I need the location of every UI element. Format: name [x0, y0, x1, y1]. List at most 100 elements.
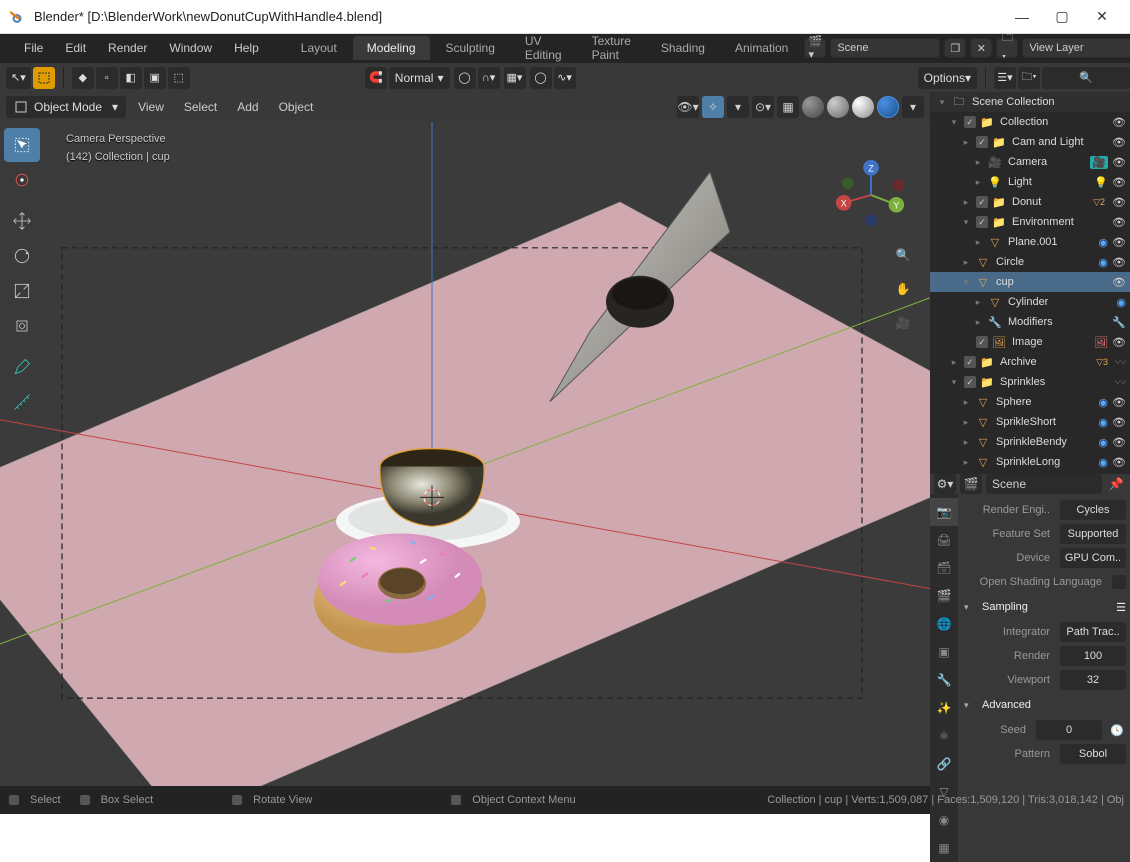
- outliner-item[interactable]: ▸🎥Camera🎥👁: [930, 152, 1130, 172]
- visibility-eye-icon[interactable]: 👁: [1112, 396, 1126, 409]
- minimize-button[interactable]: —: [1002, 1, 1042, 33]
- pan-icon[interactable]: ✋: [890, 276, 916, 302]
- expand-arrow-icon[interactable]: ▸: [960, 257, 972, 268]
- close-button[interactable]: ✕: [1082, 1, 1122, 33]
- tool-scale[interactable]: [4, 274, 40, 308]
- magnet-icon[interactable]: 🧲: [365, 67, 387, 89]
- visibility-eye-icon[interactable]: 👁: [1112, 196, 1126, 209]
- material-badge[interactable]: ◉: [1098, 396, 1108, 409]
- outliner-item[interactable]: ▸▽SprinkleBendy◉👁: [930, 432, 1130, 452]
- prop-tab-particle[interactable]: ✨: [930, 694, 958, 722]
- light-badge[interactable]: 💡: [1094, 176, 1108, 189]
- workspace-tab-layout[interactable]: Layout: [287, 36, 351, 60]
- shading-menu-icon[interactable]: ▾: [902, 96, 924, 118]
- prop-tab-render[interactable]: 📷: [930, 498, 958, 526]
- outliner-editor-icon[interactable]: ☰▾: [994, 67, 1016, 89]
- visibility-icon[interactable]: 👁▾: [677, 96, 699, 118]
- prop-tab-output[interactable]: 🖨: [930, 526, 958, 554]
- proportional-falloff-icon[interactable]: ∩▾: [478, 67, 500, 89]
- circle-icon[interactable]: ◯: [530, 67, 552, 89]
- checkbox[interactable]: ✓: [976, 136, 988, 148]
- camera-view-icon[interactable]: 🎥: [890, 310, 916, 336]
- pattern-select[interactable]: Sobol: [1060, 744, 1126, 764]
- visibility-eye-icon[interactable]: 👁: [1112, 276, 1126, 289]
- outliner[interactable]: ▾ 🗀 Scene Collection ▾✓📁Collection👁▸✓📁Ca…: [930, 92, 1130, 474]
- image-badge[interactable]: 🖼: [1094, 336, 1108, 349]
- gizmo-menu-icon[interactable]: ▾: [727, 96, 749, 118]
- prop-tab-scene[interactable]: 🎬: [930, 582, 958, 610]
- expand-arrow-icon[interactable]: ▸: [960, 417, 972, 428]
- outliner-item[interactable]: ▸✓📁Donut▽2👁: [930, 192, 1130, 212]
- checkbox[interactable]: ✓: [964, 356, 976, 368]
- gizmo-toggle-icon[interactable]: ✧: [702, 96, 724, 118]
- snap-element-group[interactable]: ◆ ▫ ◧ ▣ ⬚: [72, 67, 190, 89]
- expand-arrow-icon[interactable]: ▸: [972, 177, 984, 188]
- browse-layer-icon[interactable]: 🗀▾: [996, 38, 1018, 58]
- visibility-eye-icon[interactable]: 👁: [1112, 336, 1126, 349]
- expand-arrow-icon[interactable]: ▸: [972, 237, 984, 248]
- vertex-icon[interactable]: ◆: [72, 67, 94, 89]
- material-badge[interactable]: ◉: [1098, 236, 1108, 249]
- prop-tab-texture[interactable]: ▦: [930, 834, 958, 862]
- prop-tab-material[interactable]: ◉: [930, 806, 958, 834]
- visibility-eye-icon[interactable]: 👁: [1112, 216, 1126, 229]
- tool-select-box[interactable]: [4, 128, 40, 162]
- workspace-tab-texturepaint[interactable]: Texture Paint: [578, 29, 645, 67]
- expand-arrow-icon[interactable]: ▸: [960, 137, 972, 148]
- seed-clock-icon[interactable]: 🕓: [1108, 724, 1126, 737]
- count-badge[interactable]: ▽3: [1093, 357, 1111, 368]
- scene-icon[interactable]: 🎬: [960, 474, 982, 494]
- checkbox[interactable]: ✓: [964, 376, 976, 388]
- expand-arrow-icon[interactable]: ▸: [972, 317, 984, 328]
- vp-menu-object[interactable]: Object: [271, 100, 322, 114]
- visibility-eye-icon[interactable]: 👁: [1112, 136, 1126, 149]
- menu-window[interactable]: Window: [159, 37, 222, 59]
- tool-move[interactable]: [4, 204, 40, 238]
- outliner-item[interactable]: ▾▽cup👁: [930, 272, 1130, 292]
- checkbox[interactable]: ✓: [976, 196, 988, 208]
- expand-arrow-icon[interactable]: ▾: [948, 377, 960, 388]
- viewport-3d[interactable]: Camera Perspective (142) Collection | cu…: [0, 122, 930, 786]
- expand-arrow-icon[interactable]: ▸: [960, 197, 972, 208]
- shading-lookdev-icon[interactable]: [852, 96, 874, 118]
- zoom-icon[interactable]: 🔍: [890, 242, 916, 268]
- prop-tab-constraint[interactable]: 🔗: [930, 750, 958, 778]
- expand-arrow-icon[interactable]: ▾: [948, 117, 960, 128]
- checkbox[interactable]: ✓: [964, 116, 976, 128]
- feature-set-select[interactable]: Supported: [1060, 524, 1126, 544]
- delete-scene-icon[interactable]: ✕: [970, 38, 992, 58]
- advanced-panel-header[interactable]: ▾Advanced: [964, 692, 1126, 718]
- outliner-item[interactable]: ▸▽Cylinder◉: [930, 292, 1130, 312]
- maximize-button[interactable]: ▢: [1042, 1, 1082, 33]
- overlay-icon[interactable]: ⊙▾: [752, 96, 774, 118]
- seed-input[interactable]: 0: [1036, 720, 1102, 740]
- outliner-item[interactable]: ▾✓📁Sprinkles〰: [930, 372, 1130, 392]
- tool-measure[interactable]: [4, 385, 40, 419]
- material-badge[interactable]: ◉: [1098, 256, 1108, 269]
- expand-arrow-icon[interactable]: ▸: [960, 397, 972, 408]
- pin-icon[interactable]: 📌: [1106, 477, 1126, 491]
- visibility-eye-icon[interactable]: 👁: [1112, 176, 1126, 189]
- outliner-item[interactable]: ▸✓📁Archive▽3〰: [930, 352, 1130, 372]
- viewport-samples-input[interactable]: 32: [1060, 670, 1126, 690]
- expand-arrow-icon[interactable]: ▸: [972, 157, 984, 168]
- curve-icon[interactable]: ∿▾: [554, 67, 576, 89]
- expand-arrow-icon[interactable]: ▾: [960, 277, 972, 288]
- face-icon[interactable]: ◧: [120, 67, 142, 89]
- outliner-item[interactable]: ▸▽Plane.001◉👁: [930, 232, 1130, 252]
- outliner-item[interactable]: ▾✓📁Collection👁: [930, 112, 1130, 132]
- vp-menu-select[interactable]: Select: [176, 100, 225, 114]
- outliner-root[interactable]: ▾ 🗀 Scene Collection: [930, 92, 1130, 112]
- prop-tab-world[interactable]: 🌐: [930, 610, 958, 638]
- expand-arrow-icon[interactable]: ▾: [960, 217, 972, 228]
- outliner-item[interactable]: ▸▽Circle◉👁: [930, 252, 1130, 272]
- checkbox[interactable]: ✓: [976, 216, 988, 228]
- menu-help[interactable]: Help: [224, 37, 269, 59]
- visibility-eye-icon[interactable]: 👁: [1112, 116, 1126, 129]
- prop-tab-viewlayer[interactable]: 🗃: [930, 554, 958, 582]
- workspace-tab-modeling[interactable]: Modeling: [353, 36, 430, 60]
- workspace-tab-uvediting[interactable]: UV Editing: [511, 29, 576, 67]
- shading-render-icon[interactable]: [877, 96, 899, 118]
- visibility-eye-icon[interactable]: 👁: [1112, 416, 1126, 429]
- mode-select[interactable]: Object Mode ▾: [6, 96, 126, 118]
